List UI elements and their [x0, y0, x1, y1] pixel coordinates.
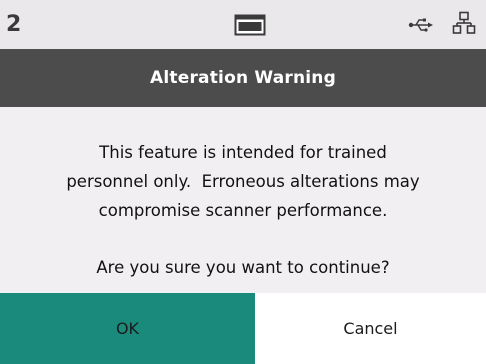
confirmation-question: Are you sure you want to continue? — [96, 258, 390, 277]
cancel-button[interactable]: Cancel — [255, 293, 486, 364]
ok-button[interactable]: OK — [0, 293, 255, 364]
scanner-screen: 2 Alteration Warning This feature is int… — [0, 0, 486, 364]
dialog-title: Alteration Warning — [150, 68, 336, 88]
message-line: personnel only. Erroneous alterations ma… — [66, 172, 420, 191]
display-icon — [234, 14, 266, 36]
message-line: This feature is intended for trained — [99, 143, 387, 162]
usb-icon — [408, 18, 433, 32]
message-line: compromise scanner performance. — [98, 201, 388, 220]
network-icon — [452, 11, 476, 34]
dialog-title-bar: Alteration Warning — [0, 49, 486, 107]
page-number: 2 — [6, 12, 22, 37]
dialog-message: This feature is intended for trained per… — [0, 107, 486, 293]
status-bar: 2 — [0, 0, 486, 49]
button-row: OK Cancel — [0, 293, 486, 364]
